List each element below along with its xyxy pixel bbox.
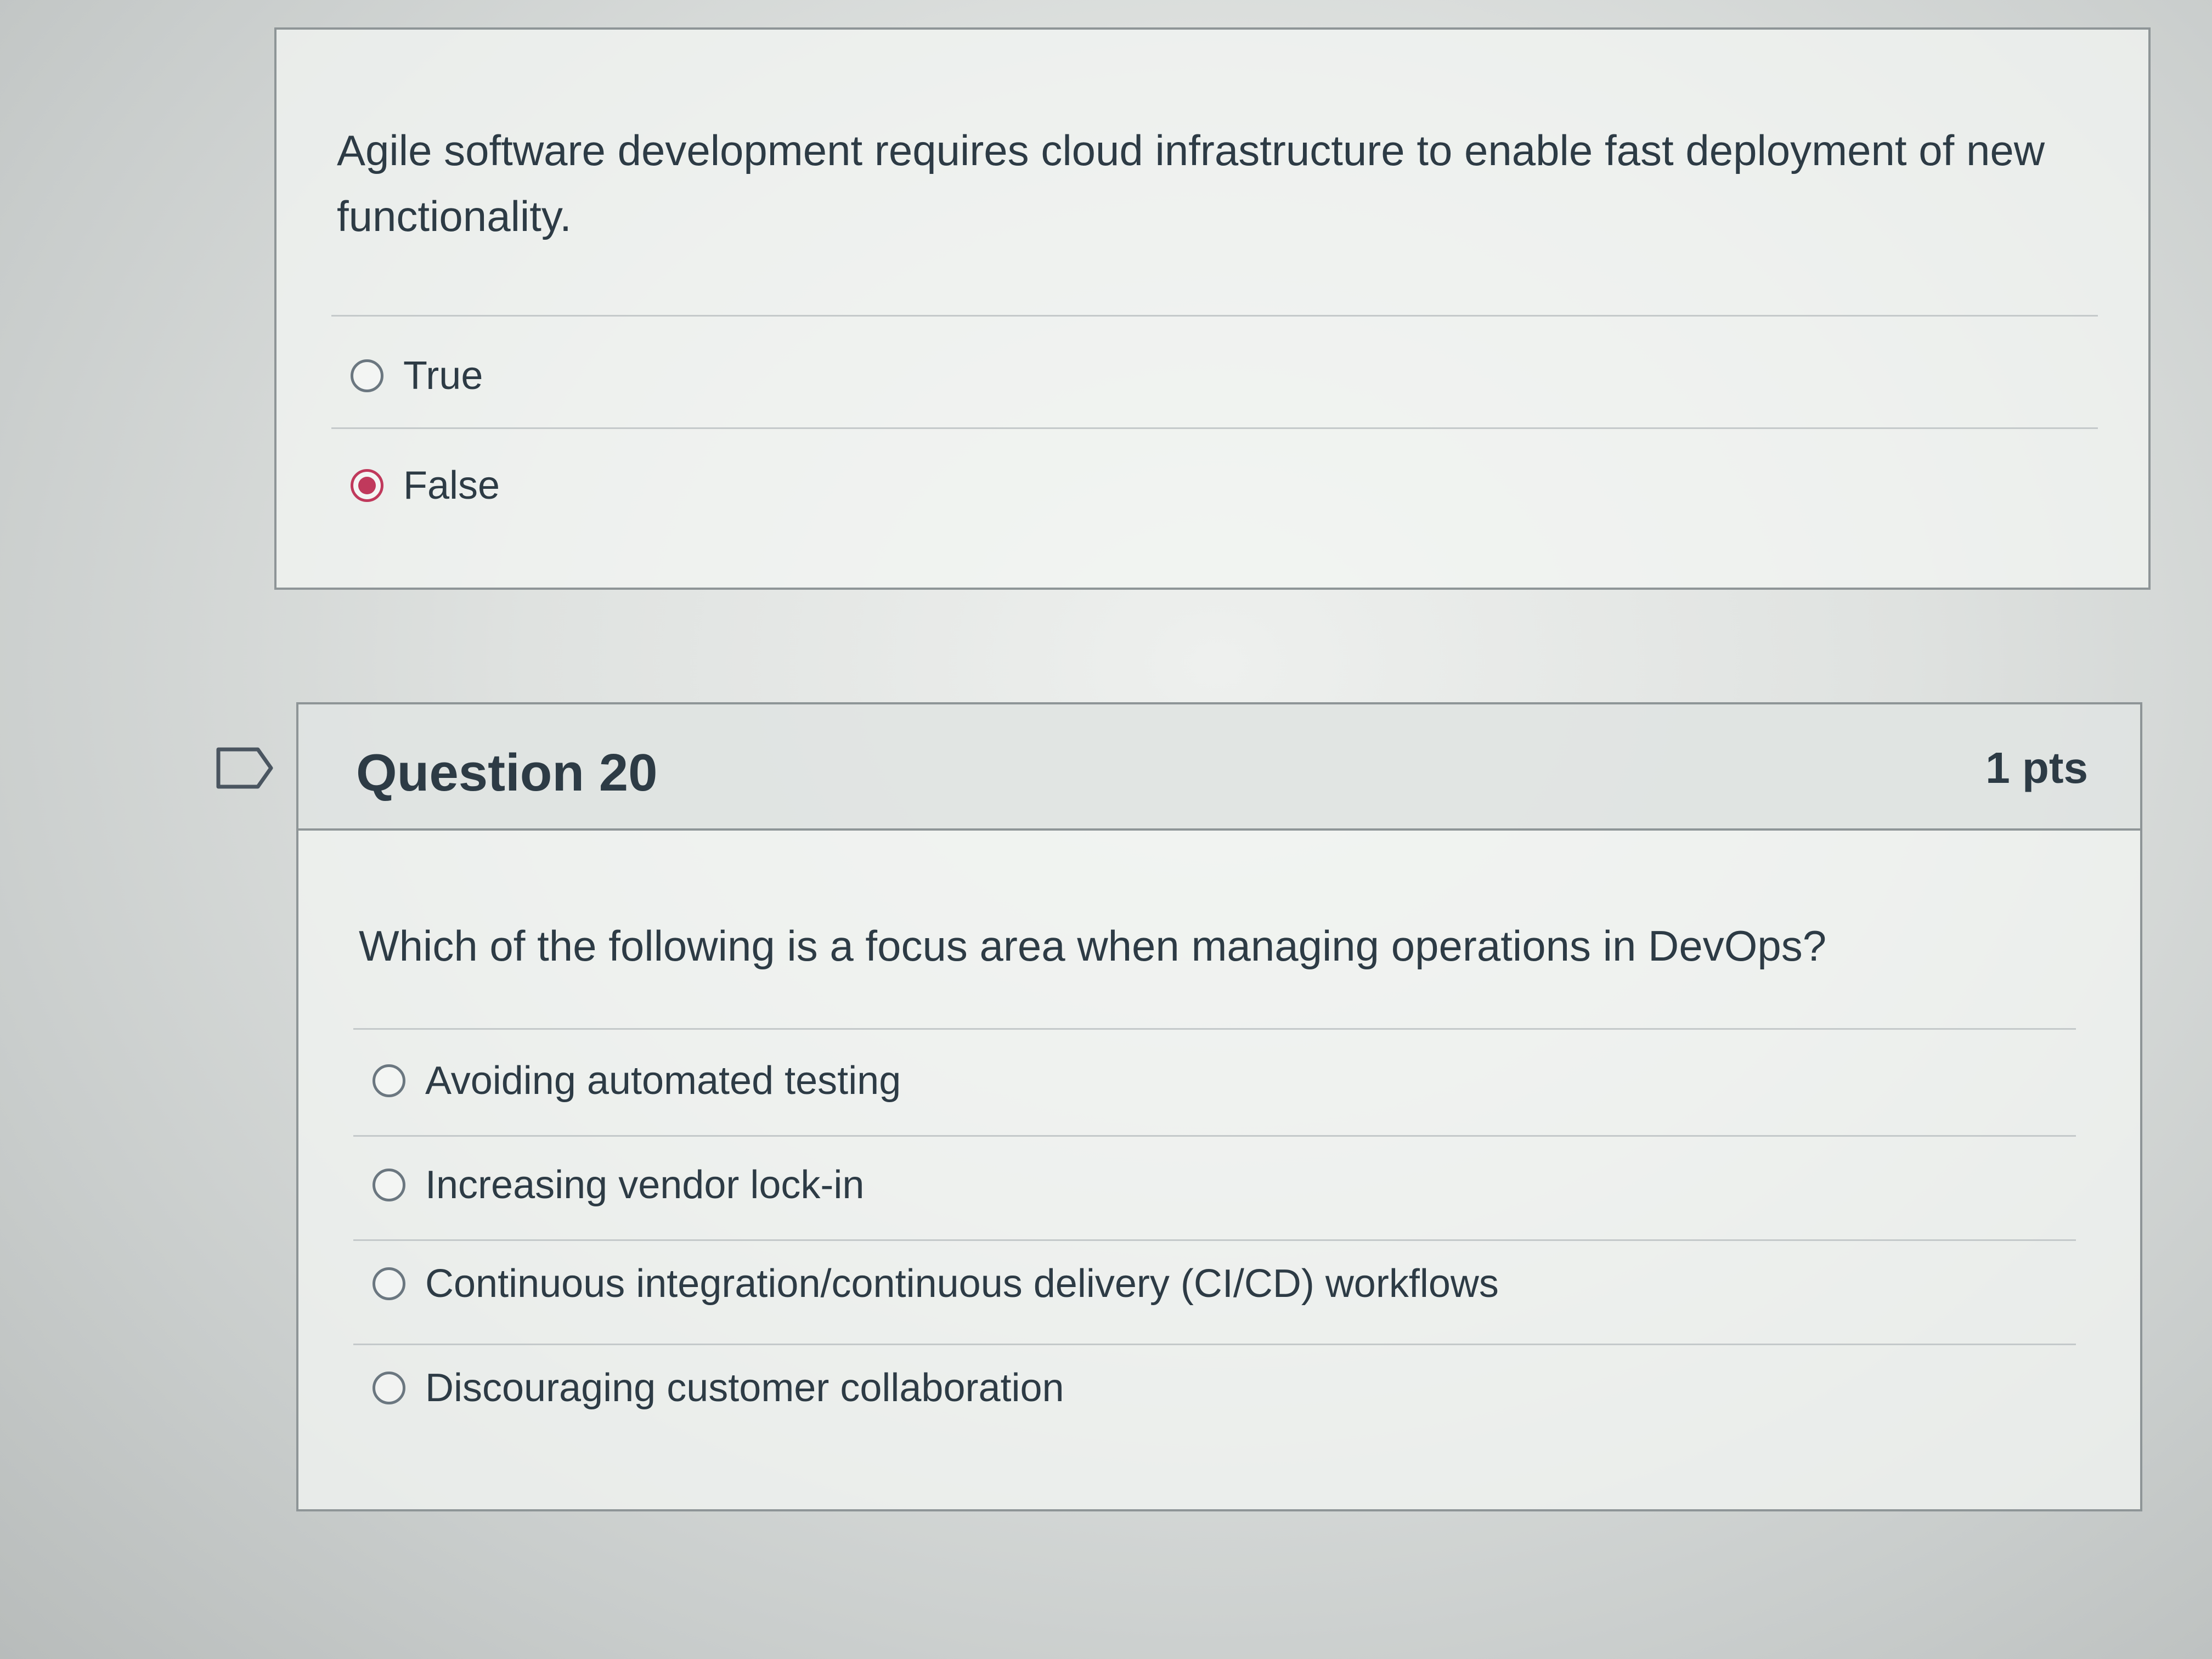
answer-true[interactable]: True [351,353,483,398]
radio-option-3[interactable] [373,1267,405,1300]
answer-option-2-label: Increasing vendor lock-in [425,1163,865,1207]
radio-option-1[interactable] [373,1064,405,1097]
divider [353,1135,2076,1137]
answer-false[interactable]: False [351,463,500,508]
answer-option-1-label: Avoiding automated testing [425,1059,901,1103]
answer-false-label: False [403,464,500,507]
divider [331,427,2098,429]
question-20-header: Question 20 1 pts [298,704,2140,831]
divider [353,1239,2076,1241]
question-points: 1 pts [1985,743,2088,792]
divider [331,315,2098,317]
question-title: Question 20 [356,743,658,802]
radio-option-4[interactable] [373,1372,405,1404]
radio-option-2[interactable] [373,1169,405,1201]
question-19-panel: Agile software development requires clou… [274,27,2151,590]
divider [353,1028,2076,1030]
answer-option-2[interactable]: Increasing vendor lock-in [373,1163,864,1207]
radio-true[interactable] [351,359,383,392]
answer-option-4-label: Discouraging customer collaboration [425,1366,1064,1410]
question-20-text: Which of the following is a focus area w… [359,922,1827,970]
answer-true-label: True [403,354,483,398]
answer-option-3-label: Continuous integration/continuous delive… [425,1262,1499,1306]
answer-option-1[interactable]: Avoiding automated testing [373,1058,901,1103]
divider [353,1344,2076,1345]
answer-option-3[interactable]: Continuous integration/continuous delive… [373,1261,1499,1306]
question-19-text: Agile software development requires clou… [337,126,2045,240]
flag-icon[interactable] [215,746,275,790]
question-20-panel: Question 20 1 pts Which of the following… [296,702,2142,1511]
radio-false-selected[interactable] [351,469,383,502]
answer-option-4[interactable]: Discouraging customer collaboration [373,1365,1064,1410]
